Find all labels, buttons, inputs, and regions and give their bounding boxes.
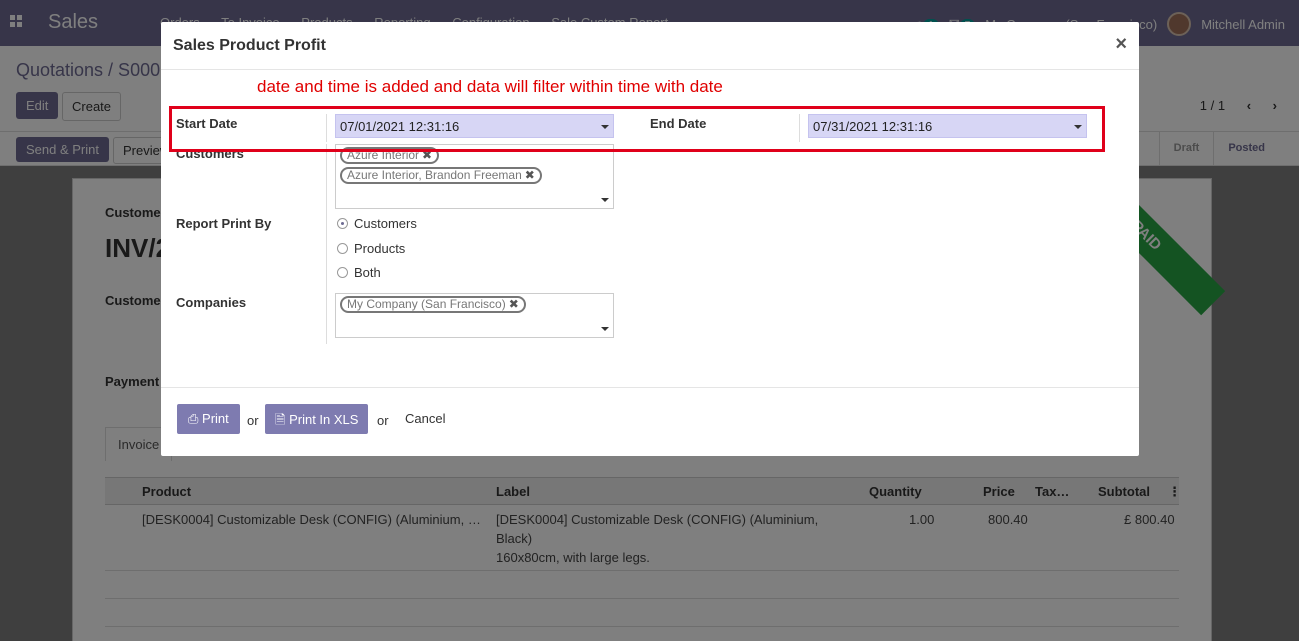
file-excel-icon: 🗎 — [275, 412, 286, 427]
company-tag[interactable]: My Company (San Francisco) ✖ — [340, 296, 526, 313]
print-xls-button[interactable]: 🗎 Print In XLS — [265, 404, 369, 434]
printer-icon: ⎙ — [188, 411, 199, 426]
remove-tag-icon[interactable]: ✖ — [525, 168, 535, 182]
company-tag-label: My Company (San Francisco) — [347, 297, 506, 311]
or-text: or — [377, 413, 389, 428]
radio-products[interactable]: Products — [337, 241, 405, 256]
print-xls-button-label: Print In XLS — [289, 412, 359, 427]
or-text: or — [247, 413, 259, 428]
close-icon[interactable]: × — [1115, 33, 1127, 56]
remove-tag-icon[interactable]: ✖ — [509, 297, 519, 311]
radio-icon[interactable] — [337, 243, 348, 254]
companies-field[interactable]: My Company (San Francisco) ✖ — [335, 293, 614, 338]
radio-customers[interactable]: Customers — [337, 216, 417, 231]
radio-customers-label: Customers — [354, 216, 417, 231]
radio-both[interactable]: Both — [337, 265, 381, 280]
chevron-down-icon[interactable] — [601, 327, 609, 331]
report-print-by-label: Report Print By — [176, 216, 272, 231]
divider — [326, 144, 327, 344]
customer-tag-label: Azure Interior, Brandon Freeman — [347, 168, 522, 182]
modal-title: Sales Product Profit — [173, 37, 326, 54]
radio-both-label: Both — [354, 265, 381, 280]
print-button[interactable]: ⎙ Print — [177, 404, 240, 434]
chevron-down-icon[interactable] — [601, 198, 609, 202]
radio-selected-icon[interactable] — [337, 218, 348, 229]
radio-icon[interactable] — [337, 267, 348, 278]
sales-product-profit-dialog: Sales Product Profit × date and time is … — [161, 22, 1139, 456]
customers-field[interactable]: Azure Interior ✖ Azure Interior, Brandon … — [335, 144, 614, 209]
radio-products-label: Products — [354, 241, 406, 256]
modal-header: Sales Product Profit × — [161, 22, 1139, 70]
cancel-button[interactable]: Cancel — [405, 411, 445, 426]
companies-label: Companies — [176, 295, 247, 310]
print-button-label: Print — [202, 411, 229, 426]
annotation-text: date and time is added and data will fil… — [257, 77, 723, 96]
annotation-highlight-box — [169, 106, 1105, 152]
customer-tag[interactable]: Azure Interior, Brandon Freeman ✖ — [340, 167, 542, 184]
modal-footer: ⎙ Print or 🗎 Print In XLS or Cancel — [161, 387, 1139, 456]
